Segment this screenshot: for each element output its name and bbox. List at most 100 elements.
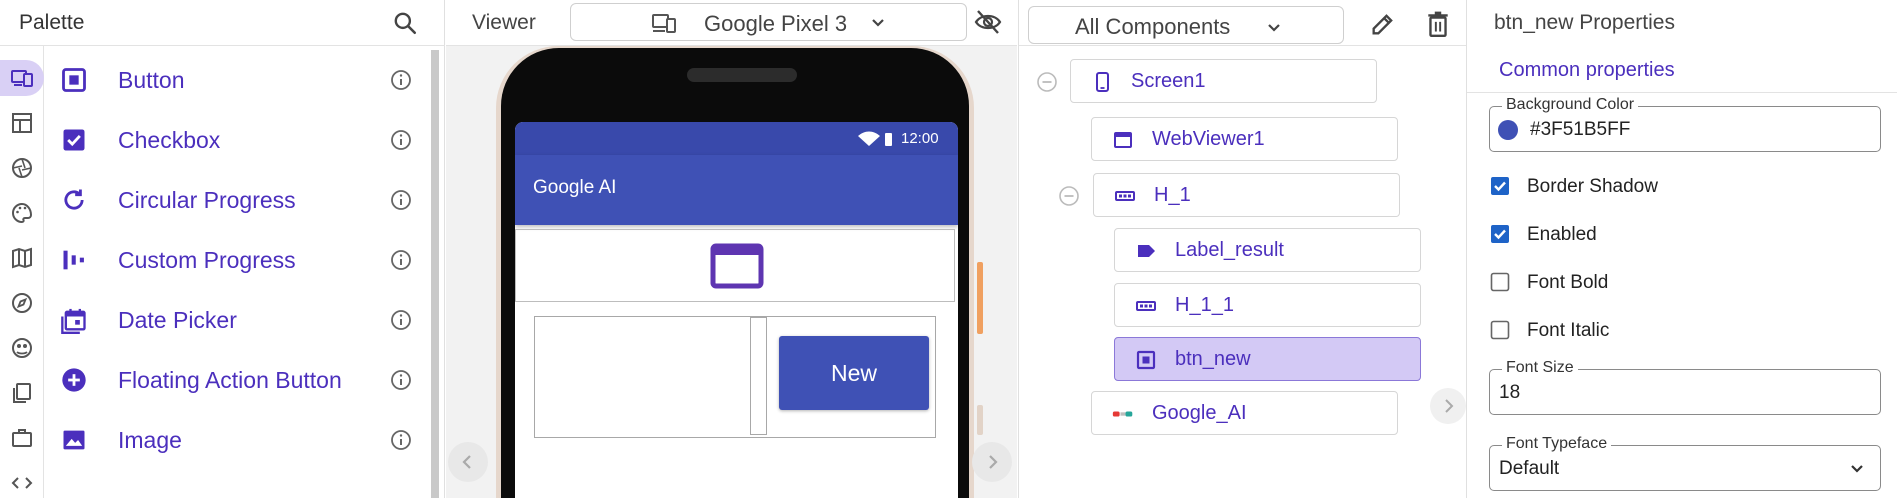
info-icon[interactable]	[389, 68, 413, 92]
date-picker-icon	[61, 308, 86, 334]
tree-node-label: WebViewer1	[1152, 128, 1265, 150]
image-icon	[63, 430, 85, 450]
phone-speaker	[687, 68, 797, 82]
properties-divider	[1467, 92, 1897, 93]
device-select[interactable]: Google Pixel 3	[570, 3, 967, 41]
tree-node-screen1[interactable]: Screen1	[1070, 59, 1377, 103]
palette-item-label: Image	[118, 427, 182, 453]
webviewer-component[interactable]	[515, 229, 955, 302]
font-bold-checkbox[interactable]	[1489, 271, 1511, 293]
button-icon	[62, 68, 86, 92]
new-button[interactable]: New	[779, 336, 929, 410]
device-select-label: Google Pixel 3	[704, 11, 848, 36]
common-properties-heading: Common properties	[1499, 59, 1675, 81]
tree-node-h1-1[interactable]: H_1_1	[1114, 283, 1421, 327]
palette-item-custom-progress[interactable]: Custom Progress	[44, 229, 429, 289]
tree-node-label: Screen1	[1131, 70, 1206, 92]
viewer-header: Viewer Google Pixel 3	[446, 0, 1017, 46]
checkbox-icon	[63, 129, 85, 151]
chevron-down-icon	[872, 19, 884, 27]
palette-item-label: Circular Progress	[118, 187, 296, 213]
edit-pencil-icon[interactable]	[1369, 10, 1397, 38]
enabled-label: Enabled	[1527, 224, 1597, 245]
components-next-button[interactable]	[1430, 388, 1466, 424]
visibility-off-icon[interactable]	[973, 9, 1003, 35]
wifi-battery-icon	[858, 131, 892, 146]
viewer-next-button[interactable]	[972, 442, 1012, 482]
info-icon[interactable]	[389, 308, 413, 332]
font-typeface-select[interactable]: Font Typeface Default	[1489, 435, 1881, 491]
app-title-bar: Google AI	[515, 155, 958, 225]
tree-node-webviewer1[interactable]: WebViewer1	[1091, 117, 1398, 161]
category-drawing-palette-icon[interactable]	[4, 195, 40, 231]
category-maps-icon[interactable]	[4, 240, 40, 276]
components-panel: All Components Screen1 WebViewer1 H_1 La…	[1018, 0, 1466, 498]
palette-item-circular-progress[interactable]: Circular Progress	[44, 169, 429, 229]
category-sensors-compass-icon[interactable]	[4, 285, 40, 321]
palette-panel: Palette Button Checkbox Circular Progres…	[0, 0, 445, 498]
background-color-value: #3F51B5FF	[1530, 119, 1631, 140]
palette-item-checkbox[interactable]: Checkbox	[44, 109, 429, 169]
font-bold-label: Font Bold	[1527, 272, 1609, 293]
category-extensions-code-icon[interactable]	[4, 465, 40, 498]
viewer-panel: Viewer Google Pixel 3 12:00 Google AI Ne…	[446, 0, 1017, 498]
phone-side-button-lower	[977, 405, 983, 435]
label-result-component[interactable]	[536, 318, 751, 436]
components-filter-select[interactable]: All Components	[1028, 6, 1344, 44]
palette-item-image[interactable]: Image	[44, 409, 429, 469]
background-color-field[interactable]: Background Color #3F51B5FF	[1489, 96, 1881, 152]
border-shadow-checkbox[interactable]	[1489, 175, 1511, 197]
tree-node-label: Label_result	[1175, 239, 1284, 261]
info-icon[interactable]	[389, 248, 413, 272]
category-media-icon[interactable]	[4, 150, 40, 186]
palette-item-floating-action-button[interactable]: Floating Action Button	[44, 349, 429, 409]
font-italic-checkbox[interactable]	[1489, 319, 1511, 341]
tree-node-google-ai[interactable]: Google_AI	[1091, 391, 1398, 435]
tree-node-btn-new[interactable]: btn_new	[1114, 337, 1421, 381]
horizontal-arrangement-icon	[1115, 191, 1135, 201]
palette-item-label: Checkbox	[118, 127, 221, 153]
palette-item-button[interactable]: Button	[44, 49, 429, 109]
font-size-value: 18	[1499, 382, 1521, 403]
info-icon[interactable]	[389, 128, 413, 152]
palette-item-date-picker[interactable]: Date Picker	[44, 289, 429, 349]
webviewer-icon	[710, 243, 764, 289]
palette-scrollbar[interactable]	[431, 50, 439, 498]
palette-item-label: Date Picker	[118, 307, 237, 333]
collapse-screen1-icon[interactable]	[1036, 71, 1058, 93]
search-icon[interactable]	[392, 10, 418, 36]
delete-trash-icon[interactable]	[1425, 10, 1451, 38]
horizontal-arrangement-h1-1[interactable]	[750, 317, 767, 435]
palette-item-label: Floating Action Button	[118, 367, 342, 393]
custom-progress-icon	[63, 250, 84, 270]
horizontal-arrangement-h1[interactable]: New	[534, 316, 936, 438]
category-layout-icon[interactable]	[4, 105, 40, 141]
font-size-field[interactable]: Font Size 18	[1489, 359, 1881, 415]
phone-side-button	[977, 262, 983, 334]
info-icon[interactable]	[389, 428, 413, 452]
chevron-down-icon	[1268, 24, 1280, 32]
viewer-prev-button[interactable]	[448, 442, 488, 482]
app-title: Google AI	[533, 177, 617, 198]
category-user-interface-icon[interactable]	[0, 60, 44, 96]
category-social-icon[interactable]	[4, 330, 40, 366]
properties-title: btn_new Properties	[1494, 11, 1675, 34]
viewer-title: Viewer	[472, 11, 536, 34]
horizontal-arrangement-icon	[1136, 301, 1156, 311]
collapse-h1-icon[interactable]	[1058, 185, 1080, 207]
category-storage-icon[interactable]	[4, 375, 40, 411]
info-icon[interactable]	[389, 188, 413, 212]
tree-node-label: Google_AI	[1152, 402, 1247, 424]
field-label: Font Size	[1502, 359, 1578, 377]
info-icon[interactable]	[389, 368, 413, 392]
palette-header: Palette	[0, 0, 445, 46]
tree-node-label-result[interactable]: Label_result	[1114, 228, 1421, 272]
palette-item-label: Button	[118, 67, 185, 93]
app-inventor-designer: Palette Button Checkbox Circular Progres…	[0, 0, 1897, 498]
label-icon	[1138, 245, 1155, 257]
enabled-checkbox[interactable]	[1489, 223, 1511, 245]
phone-icon	[1096, 72, 1109, 92]
tree-node-h1[interactable]: H_1	[1093, 173, 1400, 217]
category-connectivity-icon[interactable]	[4, 420, 40, 456]
properties-panel: btn_new Properties Common properties Bac…	[1466, 0, 1897, 498]
